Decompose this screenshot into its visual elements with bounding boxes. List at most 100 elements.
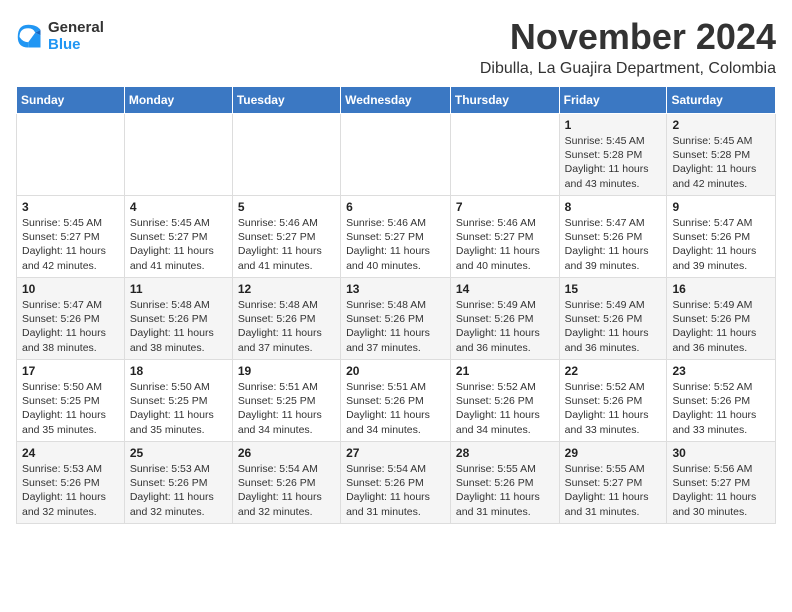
day-info: Sunrise: 5:53 AM Sunset: 5:26 PM Dayligh… — [22, 462, 119, 519]
day-number: 1 — [565, 118, 662, 132]
calendar-week-row: 1 Sunrise: 5:45 AM Sunset: 5:28 PM Daylig… — [17, 114, 776, 196]
calendar-body: 1 Sunrise: 5:45 AM Sunset: 5:28 PM Daylig… — [17, 114, 776, 524]
day-number: 22 — [565, 364, 662, 378]
day-number: 5 — [238, 200, 335, 214]
day-info: Sunrise: 5:47 AM Sunset: 5:26 PM Dayligh… — [672, 216, 770, 273]
calendar-cell: 4 Sunrise: 5:45 AM Sunset: 5:27 PM Daylig… — [124, 196, 232, 278]
weekday-header: Wednesday — [341, 87, 451, 114]
day-number: 21 — [456, 364, 554, 378]
day-number: 29 — [565, 446, 662, 460]
day-number: 18 — [130, 364, 227, 378]
day-number: 26 — [238, 446, 335, 460]
calendar-week-row: 3Sunrise: 5:45 AM Sunset: 5:27 PM Daylig… — [17, 196, 776, 278]
calendar-cell: 10 Sunrise: 5:47 AM Sunset: 5:26 PM Dayli… — [17, 278, 125, 360]
calendar-week-row: 10 Sunrise: 5:47 AM Sunset: 5:26 PM Dayli… — [17, 278, 776, 360]
day-info: Sunrise: 5:47 AM Sunset: 5:26 PM Dayligh… — [22, 298, 119, 355]
calendar-cell: 11Sunrise: 5:48 AM Sunset: 5:26 PM Dayli… — [124, 278, 232, 360]
day-number: 6 — [346, 200, 445, 214]
weekday-header: Friday — [559, 87, 667, 114]
day-number: 30 — [672, 446, 770, 460]
logo-general: General — [48, 20, 104, 37]
day-info: Sunrise: 5:49 AM Sunset: 5:26 PM Dayligh… — [456, 298, 554, 355]
calendar-cell — [17, 114, 125, 196]
calendar-cell: 14 Sunrise: 5:49 AM Sunset: 5:26 PM Dayli… — [450, 278, 559, 360]
day-number: 15 — [565, 282, 662, 296]
day-info: Sunrise: 5:45 AM Sunset: 5:28 PM Dayligh… — [565, 134, 662, 191]
day-info: Sunrise: 5:48 AM Sunset: 5:26 PM Dayligh… — [130, 298, 227, 355]
day-number: 20 — [346, 364, 445, 378]
day-number: 23 — [672, 364, 770, 378]
calendar-cell: 2 Sunrise: 5:45 AM Sunset: 5:28 PM Daylig… — [667, 114, 776, 196]
day-number: 27 — [346, 446, 445, 460]
weekday-header: Sunday — [17, 87, 125, 114]
day-info: Sunrise: 5:45 AM Sunset: 5:27 PM Dayligh… — [22, 216, 119, 273]
day-info: Sunrise: 5:54 AM Sunset: 5:26 PM Dayligh… — [346, 462, 445, 519]
calendar-cell: 12 Sunrise: 5:48 AM Sunset: 5:26 PM Dayli… — [232, 278, 340, 360]
day-info: Sunrise: 5:55 AM Sunset: 5:26 PM Dayligh… — [456, 462, 554, 519]
day-number: 25 — [130, 446, 227, 460]
month-title: November 2024 — [480, 16, 776, 58]
calendar-cell — [124, 114, 232, 196]
day-info: Sunrise: 5:53 AM Sunset: 5:26 PM Dayligh… — [130, 462, 227, 519]
day-info: Sunrise: 5:54 AM Sunset: 5:26 PM Dayligh… — [238, 462, 335, 519]
day-info: Sunrise: 5:45 AM Sunset: 5:27 PM Dayligh… — [130, 216, 227, 273]
day-number: 16 — [672, 282, 770, 296]
calendar-cell: 28 Sunrise: 5:55 AM Sunset: 5:26 PM Dayli… — [450, 442, 559, 524]
calendar-cell: 20Sunrise: 5:51 AM Sunset: 5:26 PM Dayli… — [341, 360, 451, 442]
day-number: 19 — [238, 364, 335, 378]
day-number: 17 — [22, 364, 119, 378]
day-number: 12 — [238, 282, 335, 296]
weekday-header: Monday — [124, 87, 232, 114]
calendar-cell: 17 Sunrise: 5:50 AM Sunset: 5:25 PM Dayli… — [17, 360, 125, 442]
day-number: 14 — [456, 282, 554, 296]
weekday-header: Tuesday — [232, 87, 340, 114]
day-info: Sunrise: 5:48 AM Sunset: 5:26 PM Dayligh… — [346, 298, 445, 355]
day-info: Sunrise: 5:52 AM Sunset: 5:26 PM Dayligh… — [672, 380, 770, 437]
day-info: Sunrise: 5:50 AM Sunset: 5:25 PM Dayligh… — [22, 380, 119, 437]
calendar-cell: 23 Sunrise: 5:52 AM Sunset: 5:26 PM Dayli… — [667, 360, 776, 442]
logo-text: General Blue — [48, 20, 104, 53]
day-info: Sunrise: 5:52 AM Sunset: 5:26 PM Dayligh… — [456, 380, 554, 437]
calendar-cell: 13 Sunrise: 5:48 AM Sunset: 5:26 PM Dayli… — [341, 278, 451, 360]
day-info: Sunrise: 5:46 AM Sunset: 5:27 PM Dayligh… — [456, 216, 554, 273]
day-number: 9 — [672, 200, 770, 214]
calendar-week-row: 24 Sunrise: 5:53 AM Sunset: 5:26 PM Dayli… — [17, 442, 776, 524]
calendar-cell: 5 Sunrise: 5:46 AM Sunset: 5:27 PM Daylig… — [232, 196, 340, 278]
day-number: 13 — [346, 282, 445, 296]
day-number: 24 — [22, 446, 119, 460]
day-number: 10 — [22, 282, 119, 296]
weekday-header: Saturday — [667, 87, 776, 114]
calendar-week-row: 17 Sunrise: 5:50 AM Sunset: 5:25 PM Dayli… — [17, 360, 776, 442]
calendar-cell: 1 Sunrise: 5:45 AM Sunset: 5:28 PM Daylig… — [559, 114, 667, 196]
day-number: 2 — [672, 118, 770, 132]
calendar-cell: 18 Sunrise: 5:50 AM Sunset: 5:25 PM Dayli… — [124, 360, 232, 442]
calendar-cell: 29Sunrise: 5:55 AM Sunset: 5:27 PM Dayli… — [559, 442, 667, 524]
calendar-cell: 27 Sunrise: 5:54 AM Sunset: 5:26 PM Dayli… — [341, 442, 451, 524]
calendar-header: SundayMondayTuesdayWednesdayThursdayFrid… — [17, 87, 776, 114]
day-info: Sunrise: 5:46 AM Sunset: 5:27 PM Dayligh… — [346, 216, 445, 273]
day-info: Sunrise: 5:46 AM Sunset: 5:27 PM Dayligh… — [238, 216, 335, 273]
logo: General Blue — [16, 20, 104, 53]
day-info: Sunrise: 5:48 AM Sunset: 5:26 PM Dayligh… — [238, 298, 335, 355]
day-number: 8 — [565, 200, 662, 214]
calendar: SundayMondayTuesdayWednesdayThursdayFrid… — [16, 86, 776, 524]
calendar-cell: 26 Sunrise: 5:54 AM Sunset: 5:26 PM Dayli… — [232, 442, 340, 524]
calendar-cell: 21 Sunrise: 5:52 AM Sunset: 5:26 PM Dayli… — [450, 360, 559, 442]
calendar-cell: 3Sunrise: 5:45 AM Sunset: 5:27 PM Daylig… — [17, 196, 125, 278]
day-info: Sunrise: 5:50 AM Sunset: 5:25 PM Dayligh… — [130, 380, 227, 437]
day-info: Sunrise: 5:45 AM Sunset: 5:28 PM Dayligh… — [672, 134, 770, 191]
day-number: 28 — [456, 446, 554, 460]
day-info: Sunrise: 5:51 AM Sunset: 5:25 PM Dayligh… — [238, 380, 335, 437]
calendar-cell — [341, 114, 451, 196]
calendar-cell: 9 Sunrise: 5:47 AM Sunset: 5:26 PM Daylig… — [667, 196, 776, 278]
day-info: Sunrise: 5:49 AM Sunset: 5:26 PM Dayligh… — [565, 298, 662, 355]
day-info: Sunrise: 5:52 AM Sunset: 5:26 PM Dayligh… — [565, 380, 662, 437]
weekday-header: Thursday — [450, 87, 559, 114]
logo-icon — [16, 23, 44, 51]
calendar-cell: 6 Sunrise: 5:46 AM Sunset: 5:27 PM Daylig… — [341, 196, 451, 278]
calendar-cell: 30Sunrise: 5:56 AM Sunset: 5:27 PM Dayli… — [667, 442, 776, 524]
day-number: 4 — [130, 200, 227, 214]
calendar-cell: 19 Sunrise: 5:51 AM Sunset: 5:25 PM Dayli… — [232, 360, 340, 442]
location-title: Dibulla, La Guajira Department, Colombia — [480, 60, 776, 78]
calendar-cell: 24 Sunrise: 5:53 AM Sunset: 5:26 PM Dayli… — [17, 442, 125, 524]
